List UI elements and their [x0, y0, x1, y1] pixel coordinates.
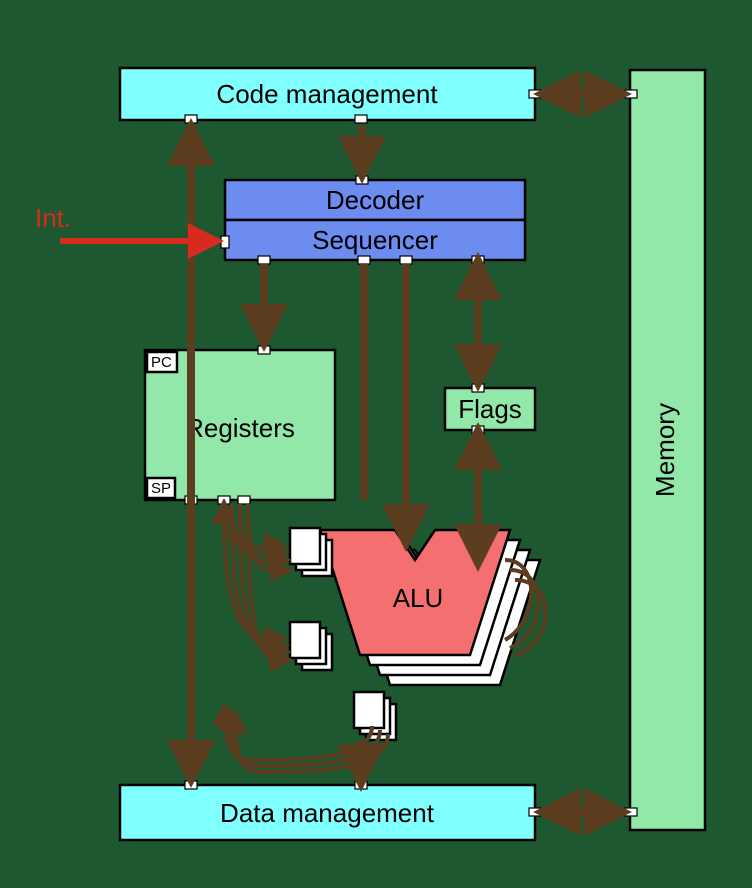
cpu-architecture-diagram: Memory Code management Decoder Sequencer…: [0, 0, 752, 888]
decoder-label: Decoder: [326, 185, 425, 215]
flags-label: Flags: [458, 394, 522, 424]
pc-label: PC: [151, 354, 172, 371]
data-management-label: Data management: [220, 798, 435, 828]
interrupt-label: Int.: [35, 203, 71, 233]
memory-label: Memory: [650, 403, 680, 497]
sequencer-label: Sequencer: [312, 225, 438, 255]
alu-label: ALU: [393, 583, 444, 613]
sp-label: SP: [151, 480, 171, 497]
alu-block: ALU: [320, 530, 540, 685]
code-management-label: Code management: [216, 79, 438, 109]
registers-label: Registers: [185, 413, 295, 443]
